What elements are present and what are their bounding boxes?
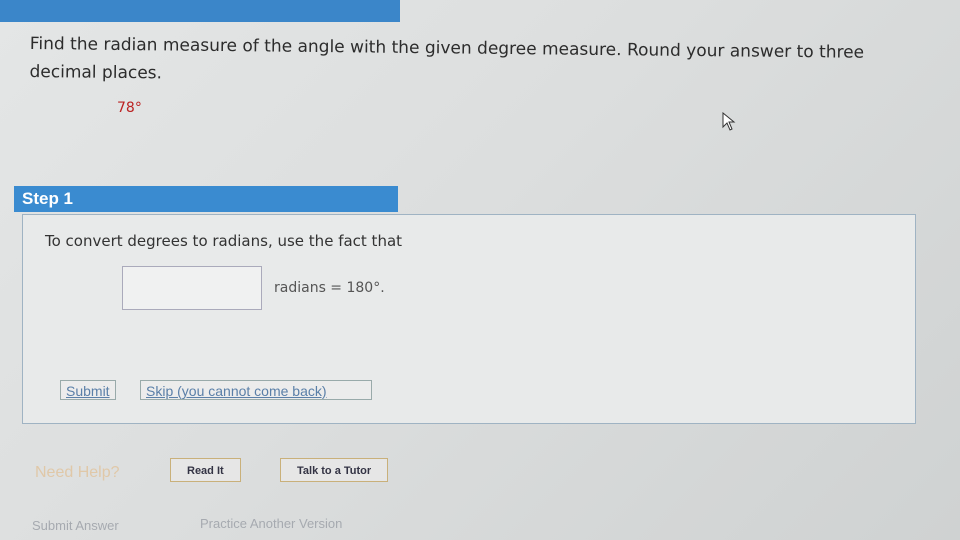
radians-equation: radians = 180°. (274, 280, 385, 296)
read-it-button[interactable]: Read It (170, 458, 241, 482)
skip-button[interactable]: Skip (you cannot come back) (140, 380, 372, 400)
radian-answer-input[interactable] (122, 266, 262, 310)
submit-answer-button[interactable]: Submit Answer (32, 518, 119, 533)
degree-value: 78° (117, 100, 142, 116)
practice-another-version-link[interactable]: Practice Another Version (200, 516, 342, 531)
mouse-cursor-icon (722, 112, 736, 131)
submit-button[interactable]: Submit (60, 380, 116, 400)
talk-to-tutor-button[interactable]: Talk to a Tutor (280, 458, 389, 482)
top-header-bar (0, 0, 400, 22)
step-header: Step 1 (14, 186, 398, 212)
step-instruction: To convert degrees to radians, use the f… (45, 232, 403, 250)
question-text: Find the radian measure of the angle wit… (29, 33, 865, 84)
need-help-label: Need Help? (35, 464, 120, 481)
